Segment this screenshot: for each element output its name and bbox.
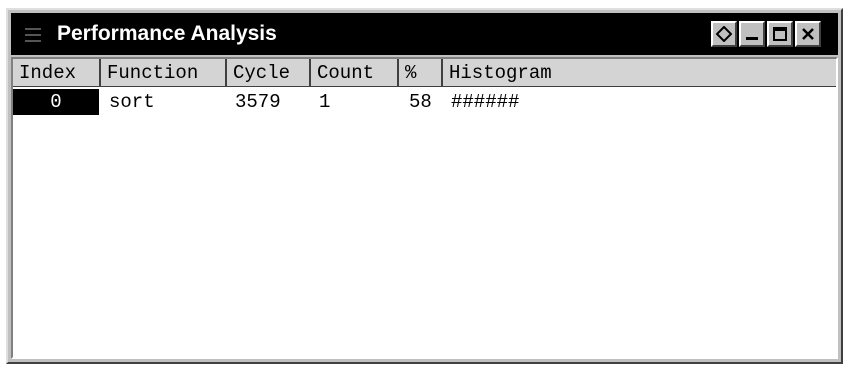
column-header-count[interactable]: Count — [311, 59, 399, 87]
close-button[interactable] — [795, 21, 821, 47]
table-header: Index Function Cycle Count % Histogram — [13, 59, 836, 87]
cell-function: sort — [109, 91, 155, 113]
column-header-histogram[interactable]: Histogram — [443, 59, 836, 87]
column-header-percent[interactable]: % — [399, 59, 443, 87]
table-area[interactable]: Index Function Cycle Count % Histogram 0… — [11, 57, 838, 359]
cell-index[interactable]: 0 — [13, 89, 99, 115]
table-row[interactable]: 0 sort 3579 1 58 ###### — [13, 89, 836, 115]
column-header-index[interactable]: Index — [13, 59, 101, 87]
maximize-button[interactable] — [767, 21, 793, 47]
maximize-icon — [773, 27, 787, 41]
minimize-button[interactable] — [739, 21, 765, 47]
pin-icon — [716, 26, 732, 42]
window-title: Performance Analysis — [57, 22, 277, 45]
close-icon — [802, 28, 814, 40]
cell-percent: 58 — [409, 91, 432, 113]
cell-histogram: ###### — [451, 91, 520, 113]
pin-button[interactable] — [711, 21, 737, 47]
cell-cycle: 3579 — [235, 91, 281, 113]
system-menu-icon[interactable] — [21, 24, 45, 46]
title-bar[interactable]: Performance Analysis — [11, 13, 838, 55]
cell-count: 1 — [319, 91, 331, 113]
minimize-icon — [746, 37, 758, 40]
performance-analysis-window: Performance Analysis Index Function Cycl… — [6, 8, 843, 364]
column-header-cycle[interactable]: Cycle — [227, 59, 311, 87]
column-header-function[interactable]: Function — [101, 59, 227, 87]
